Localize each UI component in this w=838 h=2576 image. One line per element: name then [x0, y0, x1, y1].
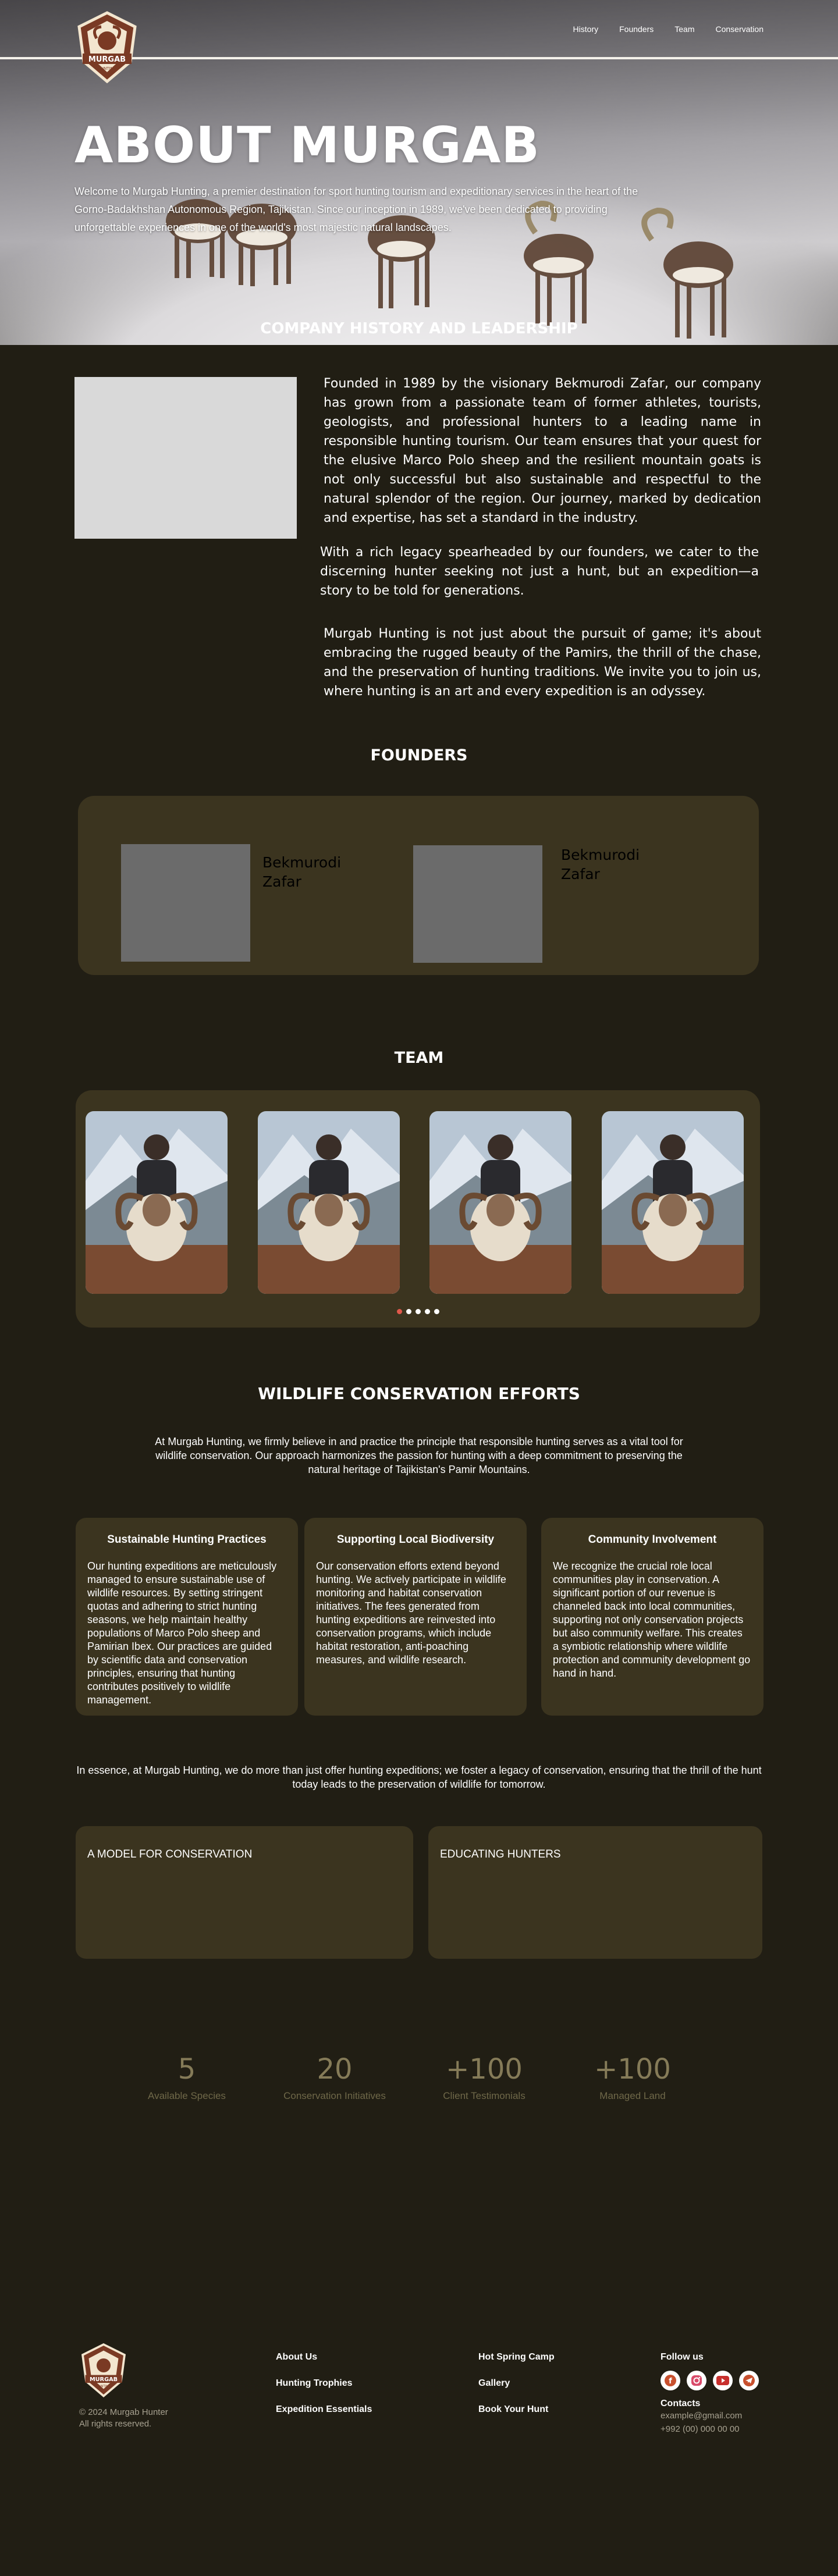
founder-photo: [121, 844, 250, 962]
nav-link-history[interactable]: History: [573, 24, 599, 34]
stat-item: +100 Client Testimonials: [423, 2053, 545, 2102]
card-title: Community Involvement: [588, 1533, 717, 1546]
carousel-dot[interactable]: [397, 1309, 402, 1314]
carousel-dot[interactable]: [425, 1309, 430, 1314]
footer-logo[interactable]: MURGAB HUNTING: [79, 2343, 128, 2399]
contact-phone[interactable]: +992 (00) 000 00 00: [661, 2422, 759, 2436]
youtube-icon[interactable]: [713, 2371, 733, 2390]
stat-value: +100: [446, 2053, 523, 2086]
nav-links: History Founders Team Conservation: [573, 24, 764, 34]
contacts-heading: Contacts: [661, 2399, 701, 2408]
founder-name: Bekmurodi Zafar: [262, 854, 342, 890]
history-paragraph-3: Murgab Hunting is not just about the pur…: [324, 627, 761, 699]
svg-text:MURGAB: MURGAB: [88, 55, 126, 64]
stat-value: +100: [594, 2053, 671, 2086]
carousel-dot[interactable]: [406, 1309, 411, 1314]
card-title: Supporting Local Biodiversity: [336, 1533, 495, 1546]
team-member-card[interactable]: [258, 1111, 400, 1294]
card-text: We recognize the crucial role local comm…: [553, 1560, 751, 1679]
stats-section: 5 Available Species 20 Conservation Init…: [0, 1963, 838, 2324]
founder-name: Bekmurodi Zafar: [561, 846, 640, 883]
footer-link-hunting-trophies[interactable]: Hunting Trophies: [276, 2378, 372, 2389]
stat-item: 20 Conservation Initiatives: [274, 2053, 396, 2102]
hero-section: MURGAB HUNTING History Founders Team Con…: [0, 0, 838, 345]
svg-text:f: f: [669, 2377, 672, 2386]
team-member-photo: [86, 1111, 228, 1294]
footer-link-expedition-essentials[interactable]: Expedition Essentials: [276, 2404, 372, 2415]
team-member-photo: [258, 1111, 400, 1294]
card-title: A MODEL FOR CONSERVATION: [87, 1848, 253, 1860]
team-section: TEAM: [0, 1031, 838, 1361]
page-title: ABOUT MURGAB: [74, 116, 540, 175]
educating-hunters-card[interactable]: EDUCATING HUNTERS: [428, 1826, 762, 1959]
team-member-card[interactable]: [429, 1111, 571, 1294]
social-icons: f: [661, 2371, 759, 2390]
copyright-line: © 2024 Murgab Hunter: [79, 2407, 168, 2417]
follow-us-heading: Follow us: [661, 2352, 704, 2362]
conservation-closing: In essence, at Murgab Hunting, we do mor…: [76, 1764, 762, 1790]
stat-label: Available Species: [148, 2090, 226, 2101]
footer-link-hot-spring-camp[interactable]: Hot Spring Camp: [478, 2352, 555, 2362]
hero-intro: Welcome to Murgab Hunting, a premier des…: [74, 186, 638, 233]
history-section: Founded in 1989 by the visionary Bekmuro…: [0, 345, 838, 717]
history-paragraph-1: Founded in 1989 by the visionary Bekmuro…: [324, 376, 761, 525]
svg-text:HUNTING: HUNTING: [98, 66, 117, 71]
svg-text:HUNTING: HUNTING: [97, 2385, 111, 2389]
conservation-card: Community Involvement We recognize the c…: [541, 1518, 764, 1716]
footer-links-column: Hot Spring Camp Gallery Book Your Hunt: [478, 2352, 555, 2431]
copyright: © 2024 Murgab Hunter All rights reserved…: [79, 2407, 168, 2430]
facebook-icon[interactable]: f: [661, 2371, 680, 2390]
stat-item: 5 Available Species: [126, 2053, 248, 2102]
telegram-icon[interactable]: [739, 2371, 759, 2390]
card-text: Our hunting expeditions are meticulously…: [87, 1560, 277, 1706]
nav-link-founders[interactable]: Founders: [619, 24, 654, 34]
instagram-icon[interactable]: [687, 2371, 706, 2390]
top-navigation: MURGAB HUNTING History Founders Team Con…: [0, 0, 838, 84]
nav-link-team[interactable]: Team: [674, 24, 694, 34]
footer-link-book-your-hunt[interactable]: Book Your Hunt: [478, 2404, 555, 2415]
stat-label: Conservation Initiatives: [283, 2090, 386, 2101]
card-text: Our conservation efforts extend beyond h…: [316, 1560, 506, 1666]
founders-section: FOUNDERS Bekmurodi Zafar Bekmurodi Zafar: [0, 717, 838, 1031]
history-section-title: COMPANY HISTORY AND LEADERSHIP: [260, 320, 578, 337]
conservation-section: WILDLIFE CONSERVATION EFFORTS At Murgab …: [0, 1361, 838, 1963]
team-member-card[interactable]: [602, 1111, 744, 1294]
rights-line: All rights reserved.: [79, 2419, 152, 2429]
footer-link-gallery[interactable]: Gallery: [478, 2378, 555, 2389]
stat-value: 5: [177, 2053, 196, 2086]
conservation-title: WILDLIFE CONSERVATION EFFORTS: [258, 1384, 580, 1403]
team-carousel: [76, 1090, 760, 1328]
conservation-card: Supporting Local Biodiversity Our conser…: [304, 1518, 527, 1716]
footer-social: Follow us f Contacts example@gmail.com +…: [661, 2352, 759, 2436]
conservation-card: Sustainable Hunting Practices Our huntin…: [76, 1518, 298, 1716]
murgab-logo[interactable]: MURGAB HUNTING: [74, 10, 140, 85]
svg-text:MURGAB: MURGAB: [90, 2376, 118, 2383]
history-image-placeholder: [74, 377, 297, 539]
carousel-pagination: [397, 1309, 439, 1314]
card-title: Sustainable Hunting Practices: [107, 1533, 267, 1546]
team-member-card[interactable]: [86, 1111, 228, 1294]
nav-link-conservation[interactable]: Conservation: [716, 24, 764, 34]
footer: MURGAB HUNTING © 2024 Murgab Hunter All …: [0, 2324, 838, 2470]
card-title: EDUCATING HUNTERS: [440, 1848, 561, 1860]
stat-item: +100 Managed Land: [571, 2053, 694, 2102]
conservation-lead: At Murgab Hunting, we firmly believe in …: [155, 1436, 683, 1475]
footer-link-about-us[interactable]: About Us: [276, 2352, 372, 2362]
stat-label: Client Testimonials: [443, 2090, 525, 2101]
carousel-dot[interactable]: [434, 1309, 439, 1314]
founder-photo: [413, 845, 542, 963]
stat-label: Managed Land: [599, 2090, 666, 2101]
founders-title: FOUNDERS: [370, 746, 468, 764]
contact-email[interactable]: example@gmail.com: [661, 2409, 759, 2422]
model-for-conservation-card[interactable]: A MODEL FOR CONSERVATION: [76, 1826, 413, 1959]
team-title: TEAM: [394, 1049, 444, 1067]
history-paragraph-2: With a rich legacy spearheaded by our fo…: [320, 545, 759, 598]
stat-value: 20: [317, 2053, 353, 2086]
team-member-photo: [429, 1111, 571, 1294]
footer-links-column: About Us Hunting Trophies Expedition Ess…: [276, 2352, 372, 2431]
carousel-dot[interactable]: [416, 1309, 421, 1314]
team-member-photo: [602, 1111, 744, 1294]
